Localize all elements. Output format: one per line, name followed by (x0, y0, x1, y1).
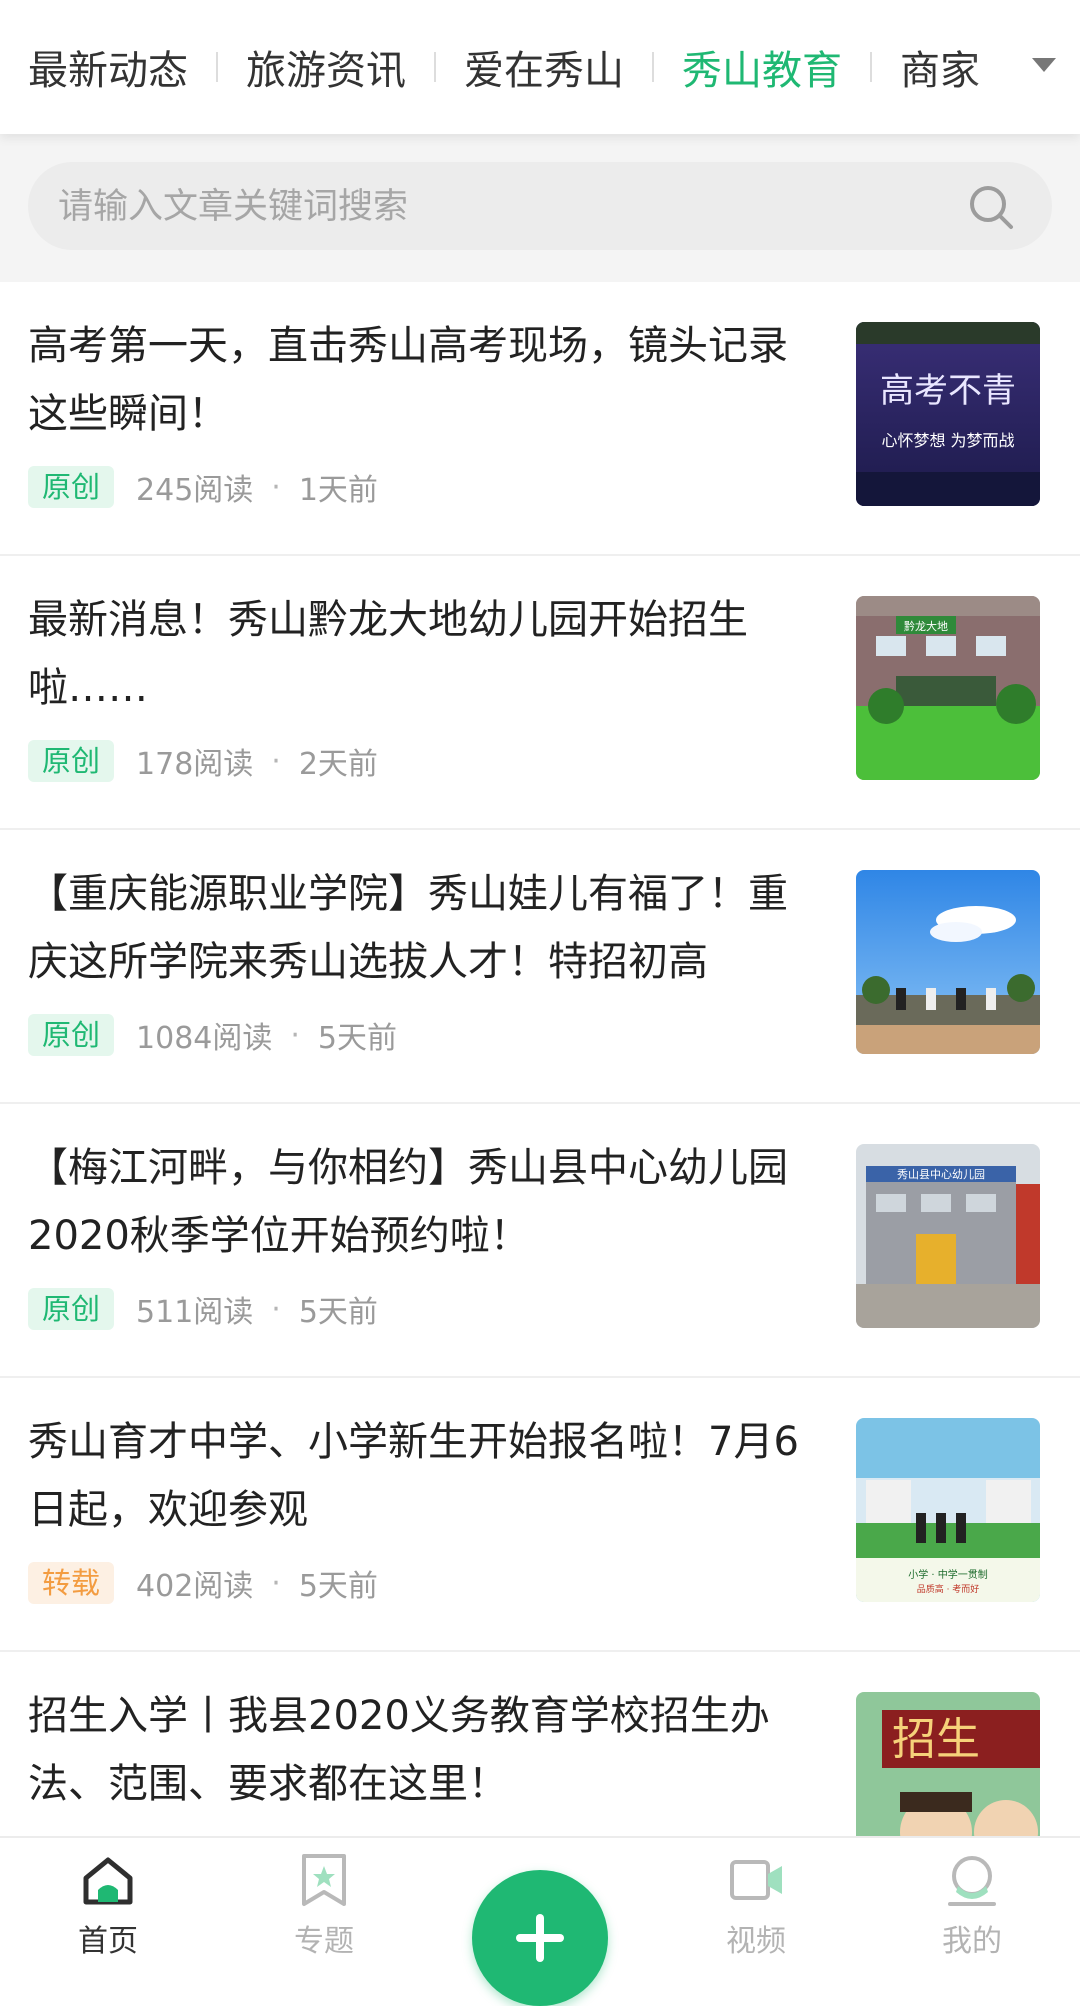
nav-mine-label: 我的 (942, 1924, 1002, 1959)
category-tabs: 最新动态 旅游资讯 爱在秀山 秀山教育 商家 (0, 0, 1080, 134)
tab-latest-news[interactable]: 最新动态 (28, 38, 188, 96)
search-input[interactable] (56, 162, 960, 252)
article-item[interactable]: 高考第一天，直击秀山高考现场，镜头记录这些瞬间！ 原创 245阅读 · 1天前 … (0, 282, 1080, 556)
thumb-caption-subtext: 品质高 · 考而好 (917, 1583, 980, 1595)
tab-divider (216, 52, 218, 82)
nav-video-label: 视频 (726, 1924, 786, 1959)
article-title: 【重庆能源职业学院】秀山娃儿有福了！重庆这所学院来秀山选拔人才！特招初高 (28, 871, 788, 985)
original-tag: 原创 (28, 1014, 115, 1056)
tab-divider (652, 52, 654, 82)
nav-mine[interactable]: 我的 (902, 1852, 1042, 1960)
article-item[interactable]: 招生入学丨我县2020义务教育学校招生办法、范围、要求都在这里！ 招生 (0, 1652, 1080, 1836)
nav-topics[interactable]: 专题 (254, 1852, 394, 1960)
article-item[interactable]: 【梅江河畔，与你相约】秀山县中心幼儿园2020秋季学位开始预约啦！ 原创 511… (0, 1104, 1080, 1378)
video-icon (730, 1860, 782, 1900)
thumb-banner-subtext: 心怀梦想 为梦而战 (881, 431, 1014, 450)
article-meta: 原创 511阅读 · 5天前 (28, 1288, 378, 1330)
article-thumbnail: 高考不青 心怀梦想 为梦而战 (856, 322, 1040, 506)
repost-tag: 转载 (28, 1562, 115, 1604)
publish-time: 5天前 (298, 1295, 378, 1330)
thumb-banner-text: 招生 (892, 1714, 980, 1765)
bookmark-icon (302, 1854, 346, 1906)
thumb-caption-text: 小学 · 中学一贯制 (908, 1568, 988, 1581)
meta-separator: · (271, 469, 281, 505)
tabs-fade-overlay (970, 0, 1080, 134)
article-meta: 原创 178阅读 · 2天前 (28, 740, 378, 782)
bottom-navigation: 首页 专题 视频 我的 (0, 1836, 1080, 2006)
home-icon (83, 1857, 133, 1905)
publish-time: 5天前 (298, 1569, 378, 1604)
meta-separator: · (271, 1565, 281, 1601)
article-thumbnail: 秀山县中心幼儿园 (856, 1144, 1040, 1328)
read-count: 1084阅读 (136, 1021, 273, 1056)
article-title: 秀山育才中学、小学新生开始报名啦！7月6日起，欢迎参观 (28, 1419, 799, 1533)
article-meta: 原创 245阅读 · 1天前 (28, 466, 378, 508)
article-thumbnail: 小学 · 中学一贯制 品质高 · 考而好 (856, 1418, 1040, 1602)
search-box (28, 162, 1052, 252)
article-item[interactable]: 最新消息！秀山黔龙大地幼儿园开始招生啦…… 原创 178阅读 · 2天前 黔龙大… (0, 556, 1080, 830)
article-title: 高考第一天，直击秀山高考现场，镜头记录这些瞬间！ (28, 323, 788, 437)
search-icon[interactable] (966, 182, 1016, 232)
nav-home[interactable]: 首页 (38, 1852, 178, 1960)
add-post-button[interactable] (472, 1870, 608, 2006)
tab-divider (434, 52, 436, 82)
meta-separator: · (271, 1291, 281, 1327)
nav-video[interactable]: 视频 (686, 1852, 826, 1960)
original-tag: 原创 (28, 740, 115, 782)
publish-time: 2天前 (298, 747, 378, 782)
article-title: 【梅江河畔，与你相约】秀山县中心幼儿园2020秋季学位开始预约啦！ (28, 1145, 788, 1259)
meta-separator: · (271, 743, 281, 779)
article-item[interactable]: 秀山育才中学、小学新生开始报名啦！7月6日起，欢迎参观 转载 402阅读 · 5… (0, 1378, 1080, 1652)
original-tag: 原创 (28, 466, 115, 508)
article-meta: 转载 402阅读 · 5天前 (28, 1562, 378, 1604)
search-area (0, 134, 1080, 282)
read-count: 178阅读 (136, 747, 254, 782)
thumb-sign-text: 黔龙大地 (904, 619, 948, 633)
article-title: 最新消息！秀山黔龙大地幼儿园开始招生啦…… (28, 597, 748, 711)
tab-travel-info[interactable]: 旅游资讯 (246, 38, 406, 96)
profile-icon (948, 1856, 996, 1906)
article-item[interactable]: 【重庆能源职业学院】秀山娃儿有福了！重庆这所学院来秀山选拔人才！特招初高 原创 … (0, 830, 1080, 1104)
read-count: 245阅读 (136, 473, 254, 508)
original-tag: 原创 (28, 1288, 115, 1330)
read-count: 511阅读 (136, 1295, 254, 1330)
article-title: 招生入学丨我县2020义务教育学校招生办法、范围、要求都在这里！ (28, 1693, 770, 1807)
nav-topics-label: 专题 (294, 1924, 354, 1959)
thumb-sign-text: 秀山县中心幼儿园 (897, 1168, 985, 1181)
article-thumbnail (856, 870, 1040, 1054)
publish-time: 5天前 (317, 1021, 398, 1056)
article-thumbnail: 黔龙大地 (856, 596, 1040, 780)
tab-xiushan-education[interactable]: 秀山教育 (682, 38, 842, 96)
publish-time: 1天前 (298, 473, 378, 508)
nav-home-label: 首页 (78, 1924, 138, 1959)
tab-love-xiushan[interactable]: 爱在秀山 (464, 38, 624, 96)
thumb-banner-text: 高考不青 (880, 371, 1016, 411)
article-list: 高考第一天，直击秀山高考现场，镜头记录这些瞬间！ 原创 245阅读 · 1天前 … (0, 282, 1080, 1836)
meta-separator: · (290, 1017, 300, 1053)
article-meta: 原创 1084阅读 · 5天前 (28, 1014, 397, 1056)
category-tab-bar: 最新动态 旅游资讯 爱在秀山 秀山教育 商家 (0, 0, 1080, 134)
tab-merchants[interactable]: 商家 (900, 38, 980, 96)
tab-divider (870, 52, 872, 82)
article-thumbnail: 招生 (856, 1692, 1040, 1836)
read-count: 402阅读 (136, 1569, 254, 1604)
chevron-down-icon[interactable] (1032, 58, 1056, 72)
